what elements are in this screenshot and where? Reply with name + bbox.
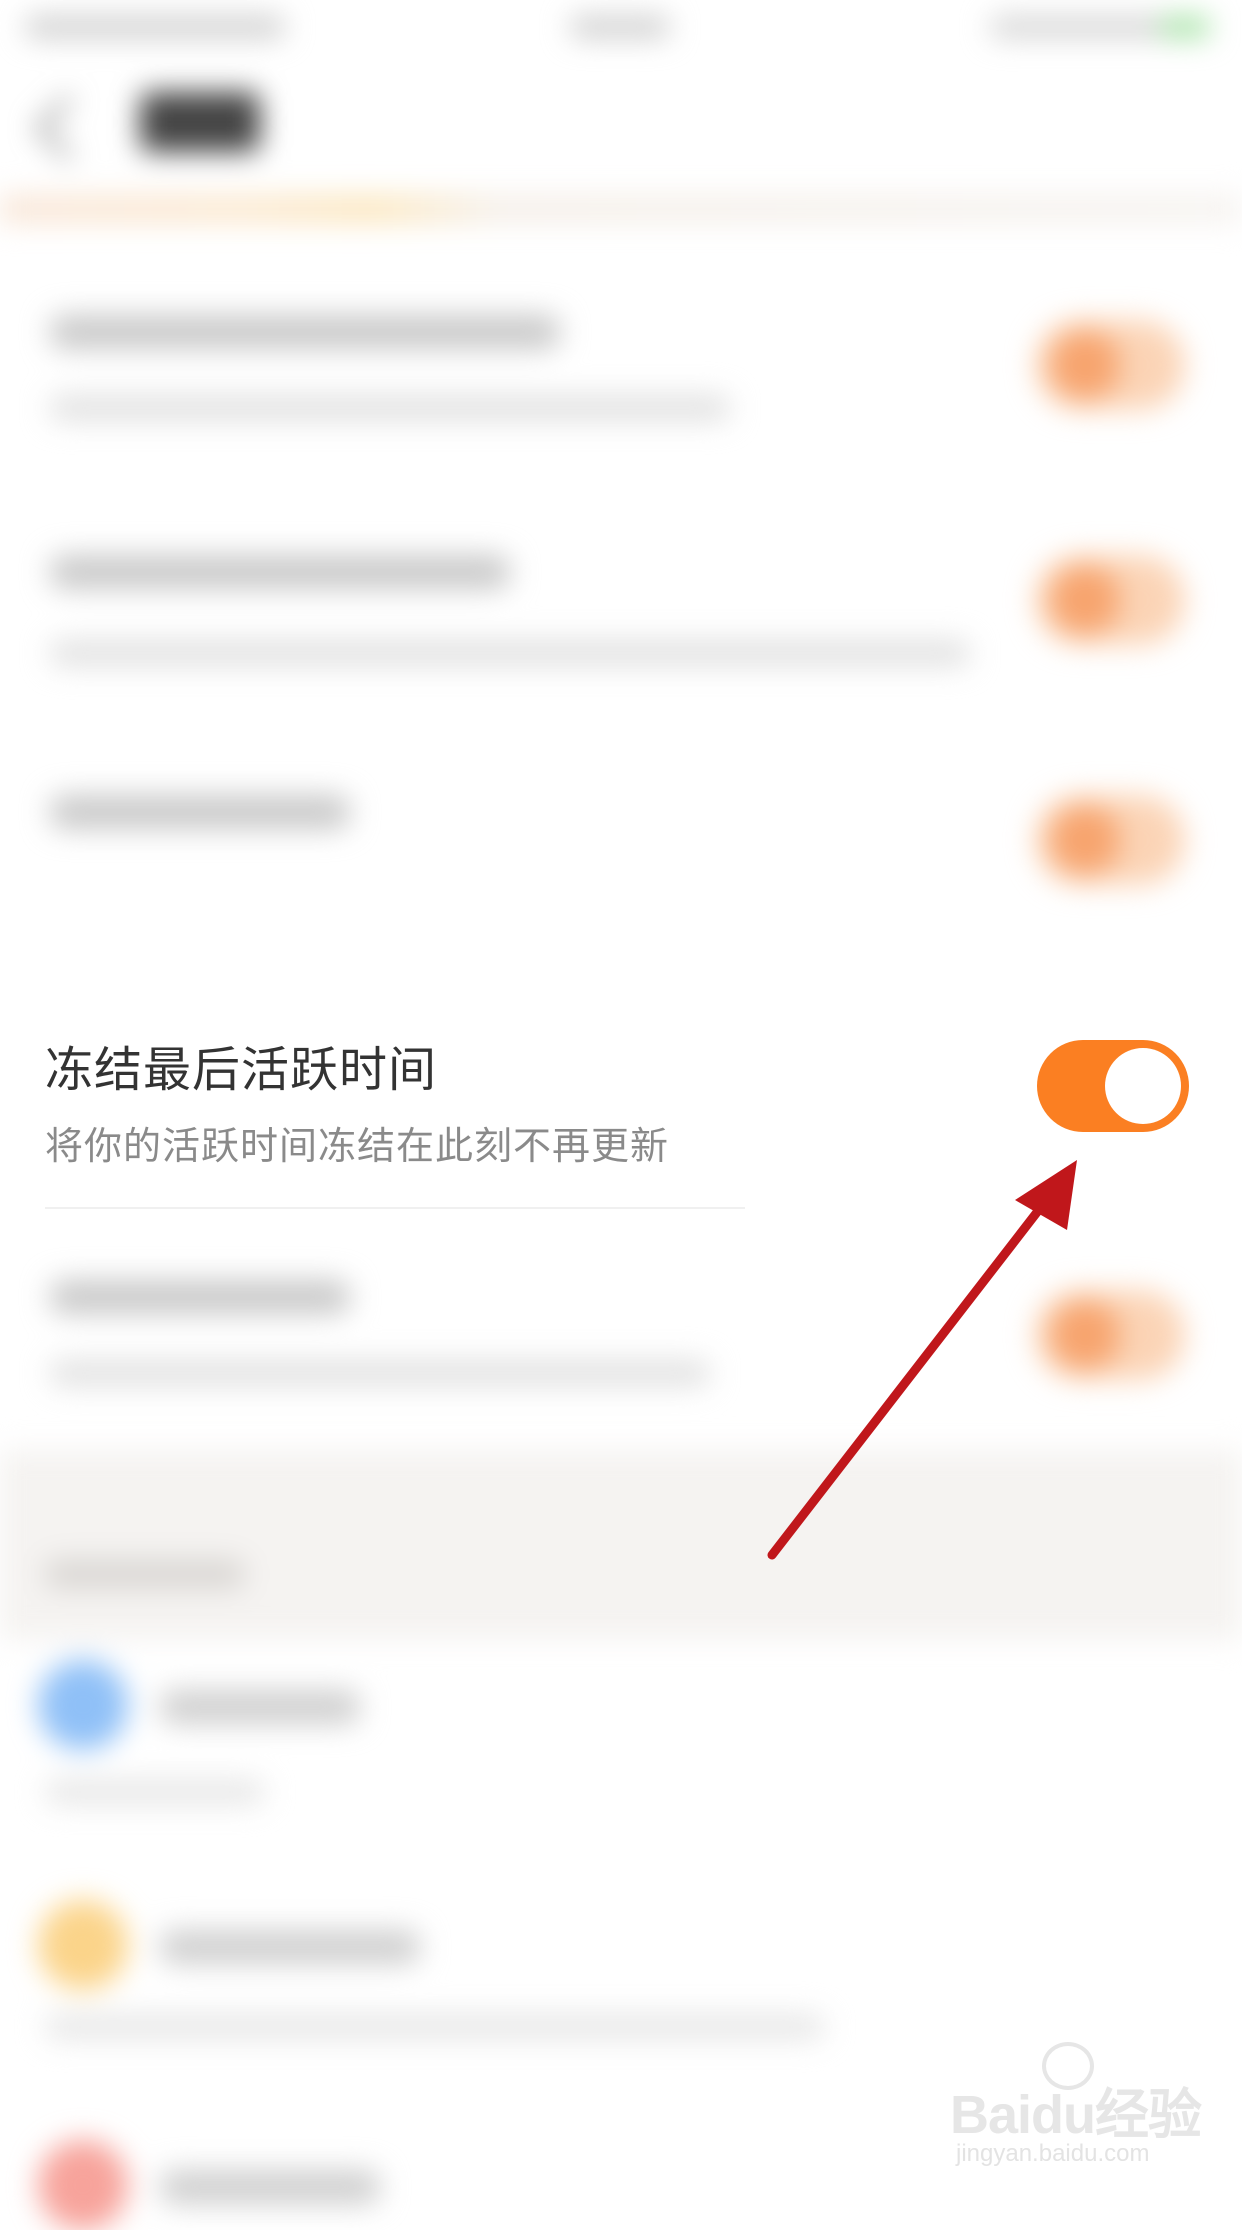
setting-row-title bbox=[50, 795, 350, 829]
status-carrier bbox=[25, 16, 285, 38]
section-separator bbox=[0, 1450, 1242, 1640]
red-circle-icon bbox=[38, 2140, 128, 2230]
toggle-knob bbox=[1050, 330, 1120, 400]
toggle-knob bbox=[1105, 1048, 1181, 1124]
battery-icon bbox=[1160, 16, 1210, 38]
setting-row-title bbox=[50, 1280, 350, 1314]
setting-row-subtitle bbox=[50, 1360, 710, 1386]
header-divider bbox=[0, 195, 1242, 223]
blue-circle-icon bbox=[38, 1660, 128, 1750]
setting-row-subtitle bbox=[50, 395, 730, 421]
status-time bbox=[570, 16, 670, 38]
menu-item-subtitle bbox=[45, 1780, 265, 1804]
menu-item-title[interactable] bbox=[160, 1690, 360, 1724]
setting-row-title bbox=[50, 555, 510, 589]
watermark-logo: Baidu经验 bbox=[950, 2085, 1202, 2145]
menu-item-title[interactable] bbox=[160, 2170, 380, 2204]
watermark-url: jingyan.baidu.com bbox=[956, 2140, 1150, 2167]
setting-title: 冻结最后活跃时间 bbox=[45, 1042, 438, 1098]
setting-row-subtitle bbox=[50, 640, 970, 666]
freeze-active-time-toggle[interactable] bbox=[1037, 1040, 1189, 1132]
back-arrow-icon[interactable] bbox=[35, 95, 101, 161]
section-label bbox=[45, 1560, 245, 1588]
row-divider bbox=[45, 1207, 745, 1209]
menu-item-subtitle bbox=[45, 2015, 825, 2039]
toggle-knob bbox=[1050, 565, 1120, 635]
toggle-knob bbox=[1050, 1300, 1120, 1370]
setting-row-title bbox=[50, 315, 560, 349]
yellow-circle-icon bbox=[38, 1900, 128, 1990]
menu-item-title[interactable] bbox=[160, 1930, 420, 1964]
status-bar bbox=[0, 0, 1242, 60]
setting-description: 将你的活跃时间冻结在此刻不再更新 bbox=[45, 1124, 670, 1168]
page-title bbox=[140, 92, 260, 152]
baidu-watermark: Baidu经验 jingyan.baidu.com bbox=[950, 2042, 1202, 2190]
toggle-knob bbox=[1050, 805, 1120, 875]
